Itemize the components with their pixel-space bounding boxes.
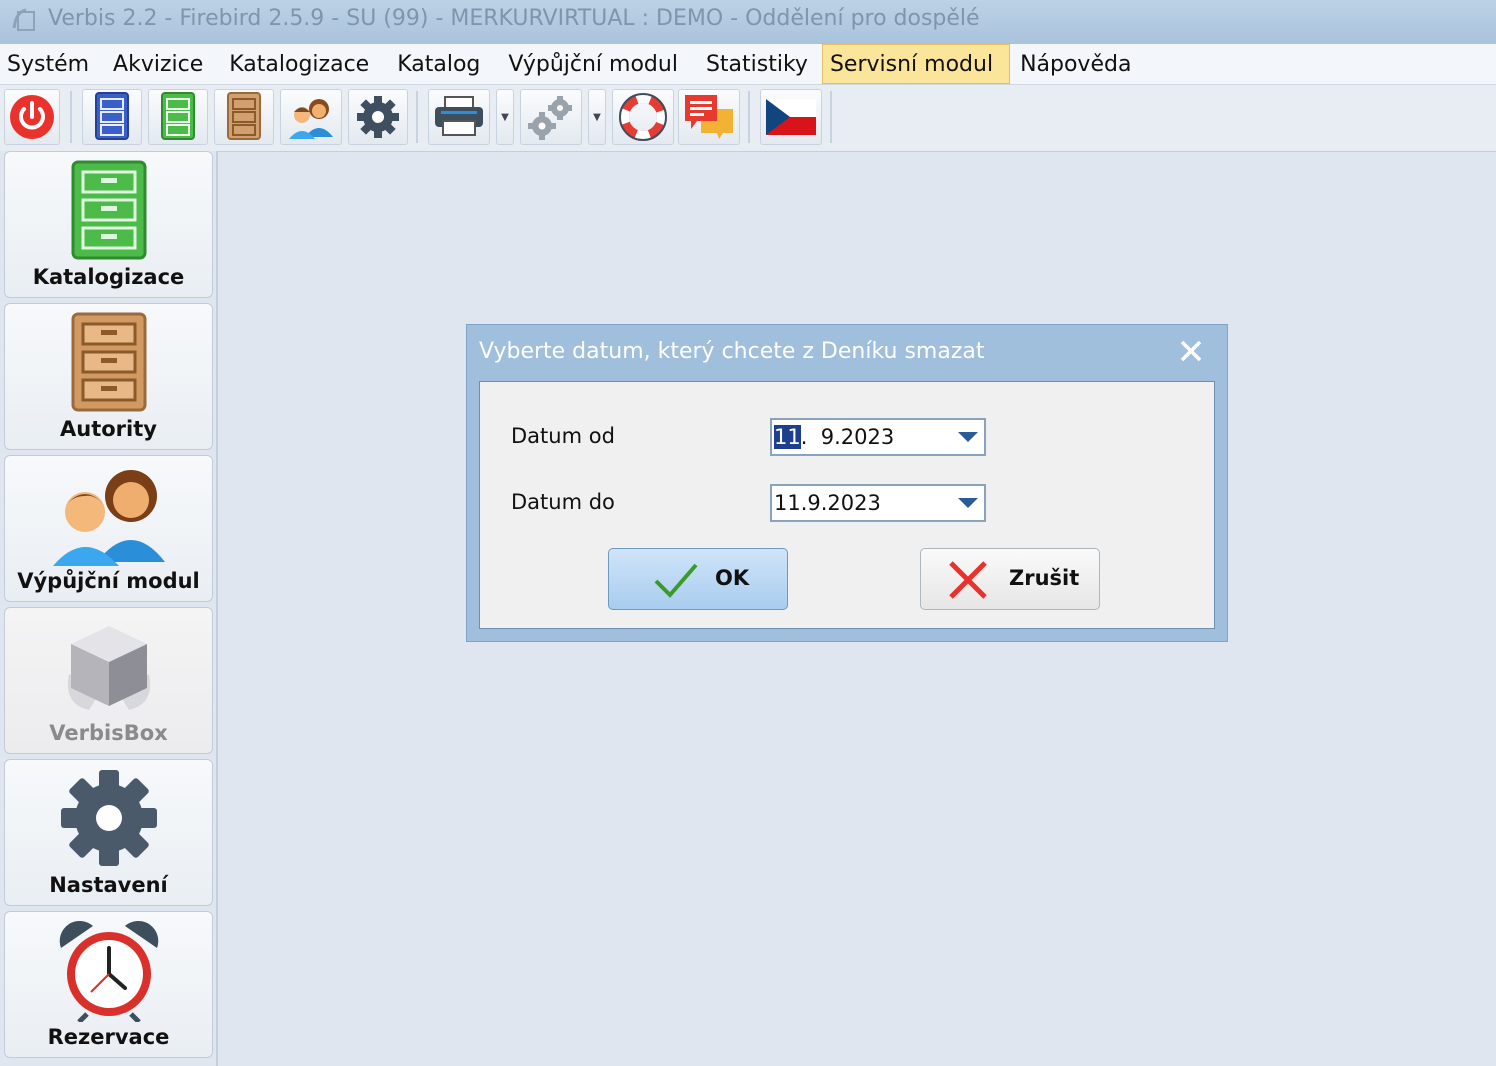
menu-bar: Systém Akvizice Katalogizace Katalog Výp… (0, 44, 1496, 85)
chevron-down-icon: ▼ (501, 111, 509, 123)
brown-cabinet-icon (71, 312, 146, 412)
sidebar-item-label: Výpůjční modul (17, 569, 200, 593)
ok-button[interactable]: OK (608, 548, 788, 610)
dialog-title: Vyberte datum, který chcete z Deníku sma… (479, 339, 985, 364)
chat-icon (685, 95, 733, 139)
sidebar-item-label: Rezervace (47, 1025, 170, 1049)
green-cabinet-icon (161, 92, 195, 140)
power-button[interactable] (4, 89, 60, 145)
date-from-label: Datum od (511, 424, 615, 448)
window-title-bar: Verbis 2.2 - Firebird 2.5.9 - SU (99) - … (0, 0, 1496, 44)
sidebar-item-label: Autority (60, 417, 157, 441)
brown-cabinet-icon (227, 92, 261, 140)
toolbar-akvizice-button[interactable] (82, 89, 142, 145)
sidebar-item-autority[interactable]: Autority (4, 303, 213, 450)
tools-button[interactable] (520, 89, 582, 145)
chevron-down-icon[interactable] (958, 432, 978, 442)
menu-vypujcni-modul[interactable]: Výpůjční modul (494, 44, 692, 84)
toolbar: ▼ ▼ (0, 85, 1496, 152)
alarm-clock-icon (59, 920, 158, 1022)
date-from-selected-day: 11 (774, 425, 801, 449)
people-icon (52, 470, 165, 566)
checkmark-icon (654, 563, 698, 598)
printer-icon (435, 96, 483, 136)
ok-button-label: OK (715, 566, 750, 590)
toolbar-settings-button[interactable] (348, 89, 408, 145)
language-button[interactable] (760, 89, 822, 145)
tools-dropdown[interactable]: ▼ (588, 89, 606, 145)
print-dropdown[interactable]: ▼ (496, 89, 514, 145)
date-from-picker[interactable]: 11. 9.2023 (770, 418, 986, 456)
menu-napoveda[interactable]: Nápověda (1010, 44, 1145, 84)
sidebar: Katalogizace Autority Výpůjční modul Ver… (0, 151, 218, 1066)
menu-statistiky[interactable]: Statistiky (692, 44, 822, 84)
sidebar-item-rezervace[interactable]: Rezervace (4, 911, 213, 1058)
print-button[interactable] (428, 89, 490, 145)
messages-button[interactable] (678, 89, 740, 145)
menu-system[interactable]: Systém (0, 44, 111, 84)
czech-flag-icon (766, 99, 816, 135)
gear-icon (357, 96, 399, 138)
cancel-button-label: Zrušit (1009, 566, 1080, 590)
toolbar-vypujcni-button[interactable] (280, 89, 342, 145)
sidebar-item-label: VerbisBox (49, 721, 168, 745)
date-to-value: 11.9.2023 (774, 491, 881, 515)
dialog-body: Datum od 11. 9.2023 Datum do 11.9.2023 O… (479, 381, 1215, 629)
menu-katalogizace[interactable]: Katalogizace (217, 44, 383, 84)
chevron-down-icon: ▼ (593, 111, 601, 123)
close-icon[interactable] (1177, 337, 1205, 365)
gears-icon (528, 96, 572, 140)
sidebar-item-label: Katalogizace (32, 265, 185, 289)
lifebuoy-icon (619, 93, 667, 141)
chevron-down-icon[interactable] (958, 498, 978, 508)
date-to-label: Datum do (511, 490, 615, 514)
app-logo-icon (12, 8, 35, 31)
menu-akvizice[interactable]: Akvizice (111, 44, 217, 84)
gear-icon (60, 770, 157, 866)
menu-servisni-modul[interactable]: Servisní modul (821, 44, 1011, 84)
menu-katalog[interactable]: Katalog (383, 44, 494, 84)
cancel-button[interactable]: Zrušit (920, 548, 1100, 610)
window-title: Verbis 2.2 - Firebird 2.5.9 - SU (99) - … (48, 6, 980, 31)
sidebar-item-katalogizace[interactable]: Katalogizace (4, 151, 213, 298)
sidebar-item-vypujcni-modul[interactable]: Výpůjční modul (4, 455, 213, 602)
sidebar-item-nastaveni[interactable]: Nastavení (4, 759, 213, 906)
toolbar-autority-button[interactable] (214, 89, 274, 145)
date-to-picker[interactable]: 11.9.2023 (770, 484, 986, 522)
power-icon (10, 95, 54, 139)
sidebar-item-verbisbox[interactable]: VerbisBox (4, 607, 213, 754)
delete-journal-date-dialog: Vyberte datum, který chcete z Deníku sma… (466, 324, 1228, 642)
close-icon (949, 561, 987, 599)
sidebar-item-label: Nastavení (49, 873, 168, 897)
people-icon (289, 99, 333, 139)
date-from-rest: . 9.2023 (800, 425, 895, 449)
toolbar-katalogizace-button[interactable] (148, 89, 208, 145)
green-cabinet-icon (71, 160, 146, 260)
blue-cabinet-icon (95, 92, 129, 140)
help-button[interactable] (612, 89, 674, 145)
box-icon (67, 626, 150, 710)
